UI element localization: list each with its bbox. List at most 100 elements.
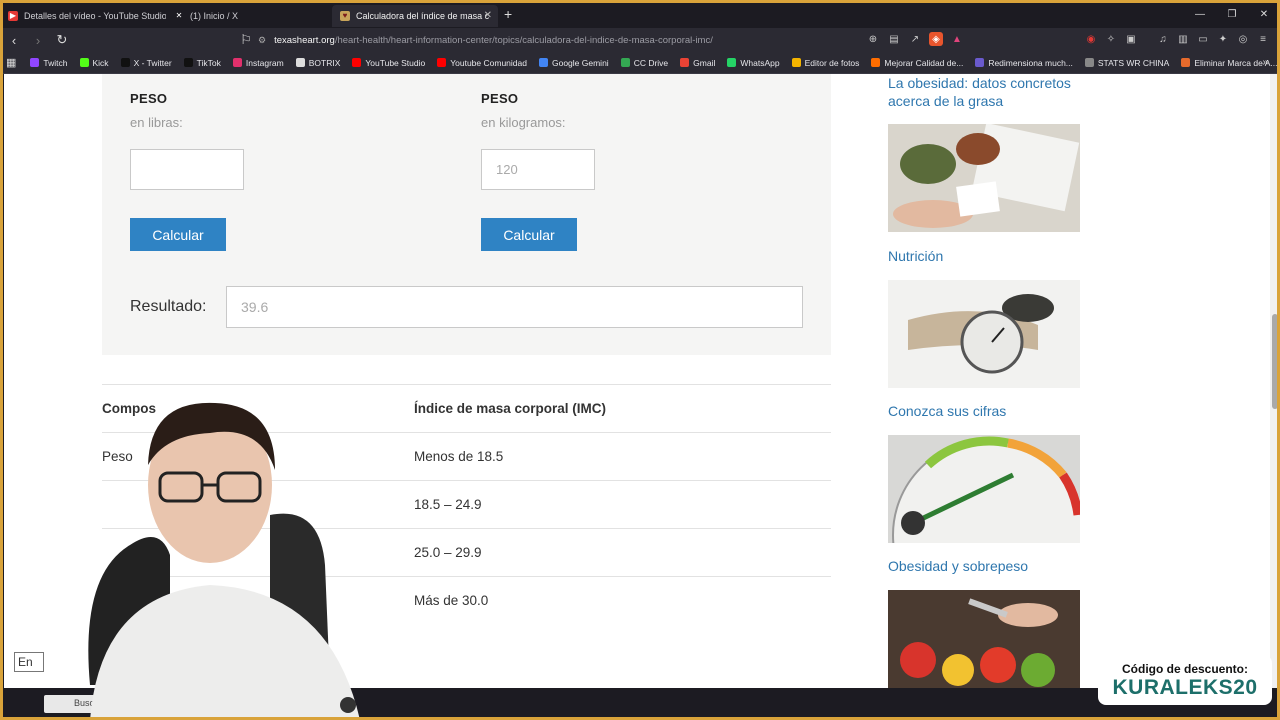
bookmark-item[interactable]: BOTRIX (295, 58, 340, 68)
bookmark-item[interactable]: YouTube Studio (352, 58, 425, 68)
bookmark-favicon-icon (295, 58, 305, 67)
panel-icon[interactable]: ▥ (1176, 32, 1190, 46)
bookmark-item[interactable]: TikTok (183, 58, 221, 68)
link-obesity-facts[interactable]: La obesidad: datos concretos acerca de l… (888, 74, 1088, 110)
bmi-gauge-photo[interactable] (888, 435, 1080, 543)
bookmark-item[interactable]: Editor de fotos (791, 57, 860, 68)
site-info-icon[interactable]: ⚙ (258, 35, 266, 46)
extension-record-icon[interactable]: ◉ (1084, 32, 1098, 46)
bookmark-label: Instagram (245, 57, 284, 68)
link-obesity-overweight[interactable]: Obesidad y sobrepeso (888, 557, 1088, 575)
more-bookmarks-icon[interactable]: » (1262, 57, 1268, 68)
bookmark-label: CC Drive (633, 57, 669, 68)
tab-title: Detalles del vídeo - YouTube Studio (24, 10, 166, 21)
bookmark-icon[interactable]: ⚐ (236, 30, 256, 50)
bookmark-item[interactable]: Redimensiona much... (975, 58, 1073, 68)
bookmark-favicon-icon (120, 58, 130, 67)
url-host: texasheart.org (274, 34, 335, 46)
bookmark-item[interactable]: WhatsApp (727, 57, 780, 68)
bookmark-label: Mejorar Calidad de... (884, 57, 964, 68)
texas-heart-icon: ♥ (340, 10, 350, 21)
bookmark-label: X - Twitter (133, 57, 172, 68)
weight-lb-unit: en libras: (130, 115, 183, 130)
bookmark-label: WhatsApp (740, 57, 780, 68)
bookmark-item[interactable]: STATS WR CHINA (1084, 58, 1169, 68)
page-scrollbar[interactable] (1270, 74, 1280, 688)
bookmark-label: Editor de fotos (804, 57, 860, 68)
scrollbar-thumb[interactable] (1272, 314, 1278, 409)
zoom-icon[interactable]: ⊕ (866, 32, 880, 46)
bookmark-label: Redimensiona much... (988, 57, 1073, 68)
bookmark-item[interactable]: Youtube Comunidad (437, 58, 527, 68)
bookmark-item[interactable]: Kick (79, 58, 109, 68)
back-icon[interactable]: ‹ (4, 30, 24, 50)
reader-icon[interactable]: ▤ (887, 32, 901, 46)
bookmark-label: Google Gemini (551, 57, 609, 68)
bookmark-favicon-icon (79, 58, 89, 67)
menu-icon[interactable]: ≡ (1256, 32, 1270, 46)
bookmark-item[interactable]: Gmail (680, 58, 715, 68)
sidebar-toggle-icon[interactable]: ▣ (1124, 32, 1138, 46)
reload-icon[interactable]: ↻ (52, 30, 72, 50)
weight-kg-label: PESO (481, 91, 519, 106)
bookmark-label: YouTube Studio (365, 57, 426, 68)
tab-youtube-studio[interactable]: ▶ Detalles del vídeo - YouTube Studio (0, 5, 166, 27)
bookmark-favicon-icon (680, 58, 690, 67)
bookmark-item[interactable]: Twitch (30, 57, 68, 68)
bookmark-item[interactable]: Google Gemini (538, 57, 609, 68)
bookmark-favicon-icon (352, 58, 362, 67)
wallet-icon[interactable]: ▭ (1196, 32, 1210, 46)
close-tab-icon[interactable]: ✕ (484, 10, 492, 21)
url-path: /heart-health/heart-information-center/t… (334, 34, 713, 46)
new-tab-icon[interactable]: + (504, 6, 512, 22)
bookmark-item[interactable]: Mejorar Calidad de... (871, 58, 963, 68)
share-icon[interactable]: ↗ (908, 32, 922, 46)
blood-pressure-photo[interactable] (888, 280, 1080, 388)
bookmark-label: Gmail (693, 57, 716, 68)
minimize-icon[interactable]: — (1184, 0, 1216, 28)
x-icon: ✕ (175, 11, 183, 20)
bookmark-item[interactable]: CC Drive (620, 57, 669, 68)
bookmark-favicon-icon (791, 58, 801, 67)
weight-lb-label: PESO (130, 91, 168, 106)
discount-code: KURALEKS20 (1112, 676, 1258, 699)
bookmark-item[interactable]: Instagram (232, 57, 284, 68)
brave-rewards-icon[interactable]: ▲ (950, 32, 964, 46)
bookmark-favicon-icon (1084, 58, 1094, 67)
weight-lb-input[interactable] (130, 149, 244, 190)
discount-code-banner: Código de descuento: KURALEKS20 (1098, 655, 1272, 705)
close-window-icon[interactable]: ✕ (1248, 0, 1280, 28)
maximize-icon[interactable]: ❐ (1216, 0, 1248, 28)
vpn-icon[interactable]: ◎ (1236, 32, 1250, 46)
result-field: 39.6 (226, 286, 803, 328)
leo-ai-icon[interactable]: ✦ (1216, 32, 1230, 46)
vegetables-photo[interactable] (888, 590, 1080, 688)
bookmark-favicon-icon (727, 58, 737, 67)
webcam-overlay (70, 395, 430, 720)
bookmark-label: Youtube Comunidad (450, 57, 527, 68)
bookmark-favicon-icon (30, 58, 40, 67)
apps-grid-icon[interactable]: ▦ (6, 56, 16, 69)
calculate-kg-button[interactable]: Calcular (481, 218, 577, 251)
tab-title: (1) Inicio / X (190, 10, 239, 21)
extensions-icon[interactable]: ✧ (1104, 32, 1118, 46)
bookmark-label: Twitch (43, 57, 68, 68)
forward-icon[interactable]: › (28, 30, 48, 50)
nutrition-photo[interactable] (888, 124, 1080, 232)
extensions-toolbar: ◉ ✧ ▣ ♫ ▥ ▭ ✦ ◎ ≡ (1084, 32, 1270, 46)
navigation-bar: ‹ › ↻ ⚐ ⚙ texasheart.org /heart-health/h… (0, 28, 1280, 52)
tab-x[interactable]: ✕ (1) Inicio / X (166, 5, 332, 27)
bookmark-favicon-icon (437, 58, 447, 67)
weight-kg-input[interactable]: 120 (481, 149, 595, 190)
brave-shield-icon[interactable]: ◈ (929, 32, 943, 46)
link-know-your-numbers[interactable]: Conozca sus cifras (888, 402, 1088, 420)
youtube-studio-icon: ▶ (8, 10, 18, 21)
calculate-lb-button[interactable]: Calcular (130, 218, 226, 251)
tab-bmi-calculator[interactable]: ♥ Calculadora del índice de masa c ✕ (332, 4, 498, 27)
bmi-calculator: PESO en libras: Calcular PESO en kilogra… (102, 74, 831, 355)
bookmark-favicon-icon (975, 58, 985, 67)
bookmark-favicon-icon (183, 58, 193, 67)
bookmark-item[interactable]: X - Twitter (120, 57, 172, 68)
link-nutrition[interactable]: Nutrición (888, 247, 1088, 265)
music-icon[interactable]: ♫ (1156, 32, 1170, 46)
